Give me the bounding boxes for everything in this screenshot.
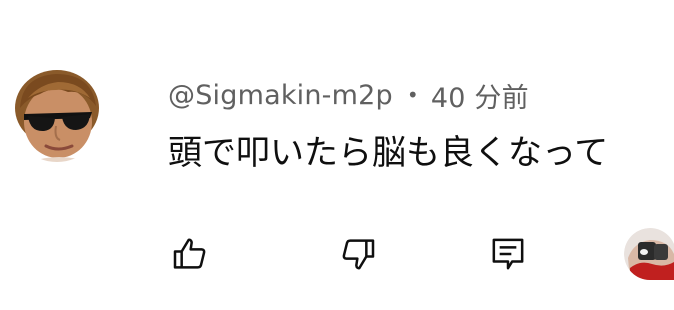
creator-heart-avatar	[624, 228, 674, 280]
creator-avatar-image	[624, 228, 674, 280]
reply-button[interactable]	[486, 232, 530, 276]
author-name[interactable]: @Sigmakin-m2p	[168, 80, 393, 111]
dislike-button[interactable]	[336, 232, 380, 276]
thumbs-up-icon	[173, 238, 206, 269]
comment-reply-icon	[492, 238, 524, 270]
comment-thread: @Sigmakin-m2p • 40 分前 頭で叩いたら脳も良くなって	[0, 0, 674, 310]
author-avatar-image	[15, 70, 99, 162]
thumbs-down-icon	[342, 239, 375, 270]
like-button[interactable]	[168, 232, 212, 276]
author-avatar[interactable]	[10, 68, 104, 162]
comment-text: 頭で叩いたら脳も良くなって	[168, 133, 609, 173]
meta-separator: •	[406, 83, 419, 107]
comment-timestamp[interactable]: 40 分前	[431, 76, 529, 115]
comment-header: @Sigmakin-m2p • 40 分前	[168, 75, 529, 115]
